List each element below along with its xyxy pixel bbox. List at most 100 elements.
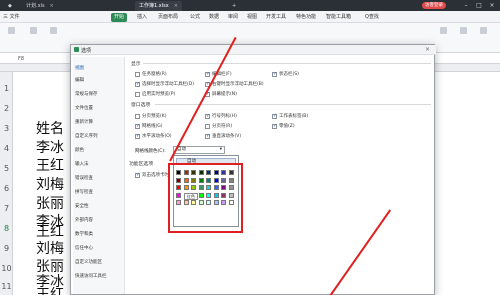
checkbox[interactable] — [205, 71, 210, 77]
menu-review[interactable]: 审阅 — [228, 13, 238, 22]
nav-item-quick-access[interactable]: 快速访问工具栏 — [75, 273, 107, 279]
row-number[interactable]: 4 — [0, 144, 13, 153]
checkbox[interactable] — [135, 172, 140, 178]
menu-developer[interactable]: 开发工具 — [266, 13, 286, 22]
cut-icon[interactable] — [30, 27, 37, 34]
close-icon[interactable]: × — [50, 1, 54, 11]
nav-item-recalc[interactable]: 重新计算 — [75, 119, 93, 125]
row-number[interactable]: 3 — [0, 124, 13, 133]
close-icon[interactable]: × — [174, 1, 178, 11]
menu-formula[interactable]: 公式 — [190, 13, 200, 22]
nav-item-custom-list[interactable]: 自定义序列 — [75, 133, 98, 139]
cell-name[interactable]: 刘梅 — [36, 174, 64, 194]
cell-name[interactable]: 王红 — [36, 155, 64, 175]
fill-icon[interactable] — [460, 27, 467, 34]
nav-item-edit[interactable]: 编辑 — [75, 77, 84, 83]
menu-features[interactable]: 特色功能 — [296, 13, 316, 22]
option-label: 分页符(R) — [212, 124, 233, 129]
checkbox[interactable] — [135, 113, 140, 119]
cell-name[interactable]: 李冰 — [36, 137, 64, 157]
grid-color-label: 网格线颜色(C): — [135, 149, 166, 154]
nav-item-trust-center[interactable]: 信任中心 — [75, 245, 93, 251]
row-number[interactable]: 7 — [0, 204, 13, 213]
checkbox[interactable] — [205, 113, 210, 119]
option-sheet-tabs[interactable]: 工作表标签(B) — [272, 113, 308, 119]
option-label: 状态栏(S) — [279, 72, 299, 77]
tab-workbook1[interactable]: 工作簿1.xlsx × — [135, 1, 182, 11]
checkbox[interactable] — [205, 123, 210, 129]
nav-item-input[interactable]: 输入法 — [75, 161, 89, 167]
cell-name[interactable]: 姓名 — [36, 118, 64, 138]
nav-item-color[interactable]: 颜色 — [75, 147, 84, 153]
checkbox[interactable] — [135, 81, 140, 87]
sort-icon[interactable] — [440, 27, 447, 34]
format-painter-icon[interactable] — [50, 27, 57, 34]
tab-home-icon[interactable]: ◆ — [4, 1, 16, 11]
checkbox[interactable] — [135, 133, 140, 139]
menu-view[interactable]: 视图 — [247, 13, 257, 22]
menu-smart-tools[interactable]: 智能工具箱 — [326, 13, 351, 22]
option-task-pane[interactable]: 任务窗格(R) — [135, 71, 167, 77]
menu-insert[interactable]: 插入 — [137, 13, 147, 22]
nav-item-general[interactable]: 常规与保存 — [75, 91, 98, 97]
option-page-break-preview[interactable]: 分页预览(K) — [135, 113, 166, 119]
menu-file[interactable]: 三 文件 — [3, 13, 20, 22]
row-number[interactable]: 5 — [0, 164, 13, 173]
section-feature: 功能区选项 — [129, 162, 153, 167]
option-double-click-tab[interactable]: 双击选项卡时 — [135, 172, 169, 178]
cell-reference[interactable]: F8 — [18, 56, 24, 62]
tab-file-plan[interactable]: 计划.xls × — [22, 1, 58, 11]
maximize-icon[interactable]: □ — [473, 0, 485, 11]
search-input[interactable]: Q查找 — [365, 13, 379, 22]
checkbox[interactable] — [135, 123, 140, 129]
option-float-toolbar-select[interactable]: 选择时显示浮动工具栏(D) — [135, 81, 194, 87]
section-window: 窗口选项 — [131, 103, 151, 108]
row-number[interactable]: 10 — [0, 264, 13, 273]
cell-name[interactable]: 王红 — [36, 284, 64, 295]
option-v-scroll[interactable]: 垂直滚动条(V) — [205, 133, 241, 139]
nav-item-spell-check[interactable]: 拼写检查 — [75, 189, 93, 195]
option-h-scroll[interactable]: 水平滚动条(O) — [135, 133, 172, 139]
nav-item-security[interactable]: 安全性 — [75, 203, 89, 209]
option-float-toolbar-right[interactable]: 右键时显示浮动工具栏(B) — [205, 81, 264, 87]
row-number[interactable]: 9 — [0, 244, 13, 253]
row-number[interactable]: 1 — [0, 84, 13, 93]
checkbox[interactable] — [135, 91, 140, 97]
option-status-bar[interactable]: 状态栏(S) — [272, 71, 299, 77]
option-page-breaks[interactable]: 分页符(R) — [205, 123, 232, 129]
login-badge[interactable]: 访客登录 — [422, 2, 446, 9]
table-icon[interactable] — [480, 27, 487, 34]
menu-data[interactable]: 数据 — [209, 13, 219, 22]
cell-name[interactable]: 刘梅 — [36, 238, 64, 258]
close-window-icon[interactable]: × — [486, 0, 498, 11]
nav-item-custom-ribbon[interactable]: 自定义功能区 — [75, 259, 102, 265]
checkbox[interactable] — [272, 123, 277, 129]
paste-icon[interactable] — [8, 27, 15, 34]
nav-item-math[interactable]: 数学和类 — [75, 231, 93, 237]
row-number[interactable]: 8 — [0, 224, 13, 233]
checkbox[interactable] — [272, 113, 277, 119]
nav-item-file-location[interactable]: 文件位置 — [75, 105, 93, 111]
row-number[interactable]: 2 — [0, 104, 13, 113]
option-screen-tips[interactable]: 屏幕提示(N) — [205, 91, 237, 97]
row-number[interactable]: 6 — [0, 184, 13, 193]
option-label: 分页预览(K) — [142, 114, 167, 119]
cell-name[interactable]: 张丽 — [36, 193, 64, 213]
new-tab-icon[interactable]: + — [228, 1, 240, 11]
option-zero-values[interactable]: 零值(Z) — [272, 123, 295, 129]
menu-start[interactable]: 开始 — [111, 13, 128, 22]
minimize-icon[interactable]: – — [460, 0, 472, 11]
option-gridlines[interactable]: 网格线(G) — [135, 123, 163, 129]
checkbox[interactable] — [272, 71, 277, 77]
row-number[interactable]: 11 — [0, 282, 13, 291]
nav-item-external[interactable]: 外部内容 — [75, 217, 93, 223]
nav-item-error-check[interactable]: 错误检查 — [75, 175, 93, 181]
option-row-col-headers[interactable]: 行号列标(H) — [205, 113, 237, 119]
nav-item-view[interactable]: 视图 — [75, 65, 84, 71]
checkbox[interactable] — [205, 133, 210, 139]
menu-page-layout[interactable]: 页面布局 — [158, 13, 178, 22]
grid-color-select[interactable]: 自动 ▾ — [173, 146, 225, 154]
close-icon[interactable]: × — [425, 46, 430, 53]
option-live-preview[interactable]: 启用实时预览(P) — [135, 91, 175, 97]
checkbox[interactable] — [135, 71, 140, 77]
